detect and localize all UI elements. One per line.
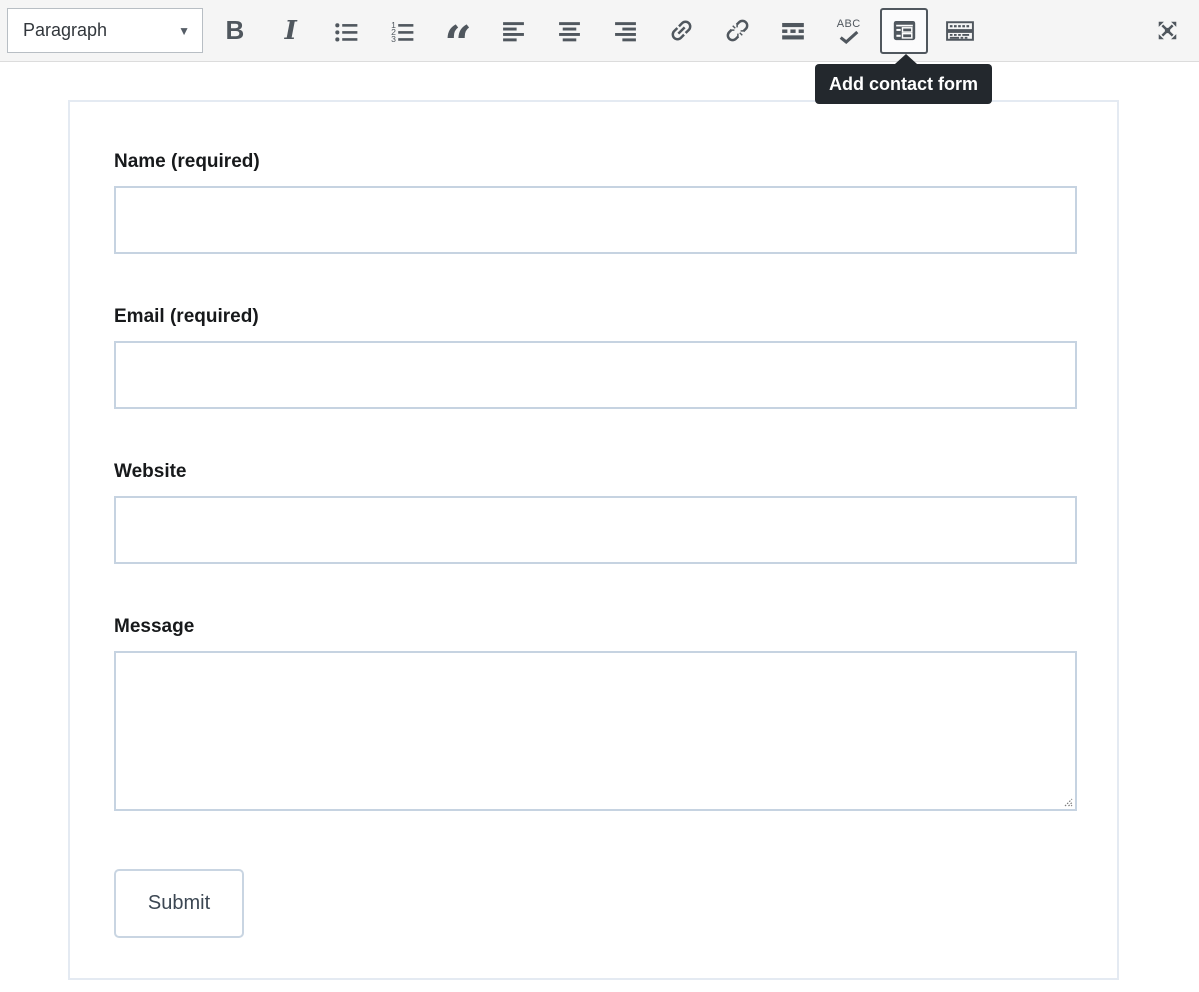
align-center-icon (557, 18, 582, 43)
paragraph-style-value: Paragraph (23, 20, 178, 41)
editor-canvas[interactable]: Name (required) Email (required) Website… (0, 63, 1199, 992)
submit-button[interactable]: Submit (114, 869, 244, 938)
svg-text:3: 3 (391, 33, 396, 43)
unlink-icon (724, 17, 751, 44)
editor-toolbar: Paragraph ▼ B I 1 2 3 “ (0, 0, 1199, 62)
paragraph-style-dropdown[interactable]: Paragraph ▼ (7, 8, 203, 53)
numbered-list-button[interactable]: 1 2 3 (374, 5, 430, 57)
insert-link-button[interactable] (653, 5, 709, 57)
align-right-icon (613, 18, 638, 43)
message-field[interactable] (114, 651, 1077, 811)
italic-button[interactable]: I (263, 5, 319, 57)
tooltip: Add contact form (815, 64, 992, 104)
field-label-name: Name (required) (114, 150, 1077, 173)
active-button-highlight (880, 8, 928, 54)
fullscreen-icon (1154, 17, 1181, 44)
numbered-list-icon: 1 2 3 (389, 18, 415, 44)
align-center-button[interactable] (542, 5, 598, 57)
contact-form-icon (891, 17, 918, 44)
align-left-icon (501, 18, 526, 43)
website-field[interactable] (114, 496, 1077, 564)
tooltip-text: Add contact form (829, 74, 978, 95)
add-contact-form-button[interactable] (877, 5, 933, 57)
field-label-website: Website (114, 460, 1077, 483)
blockquote-icon: “ (444, 34, 472, 54)
align-right-button[interactable] (598, 5, 654, 57)
fullscreen-button[interactable] (1140, 5, 1195, 57)
keyboard-shortcuts-button[interactable] (932, 5, 988, 57)
chevron-down-icon: ▼ (178, 24, 190, 38)
link-icon (668, 17, 695, 44)
contact-form-preview: Name (required) Email (required) Website… (68, 100, 1119, 980)
blockquote-button[interactable]: “ (430, 5, 486, 57)
resize-grip-icon[interactable] (1062, 796, 1073, 807)
align-left-button[interactable] (486, 5, 542, 57)
bold-icon: B (226, 15, 245, 46)
field-label-email: Email (required) (114, 305, 1077, 328)
bulleted-list-button[interactable] (319, 5, 375, 57)
bold-button[interactable]: B (207, 5, 263, 57)
spellcheck-button[interactable]: ABC (821, 5, 877, 57)
email-field[interactable] (114, 341, 1077, 409)
bulleted-list-icon (333, 18, 359, 44)
italic-icon: I (285, 16, 297, 46)
keyboard-icon (945, 17, 975, 45)
field-label-message: Message (114, 615, 1077, 638)
message-field-wrap (114, 651, 1077, 811)
name-field[interactable] (114, 186, 1077, 254)
read-more-button[interactable] (765, 5, 821, 57)
remove-link-button[interactable] (709, 5, 765, 57)
read-more-tag-icon (780, 18, 806, 44)
spellcheck-icon: ABC (837, 18, 861, 44)
